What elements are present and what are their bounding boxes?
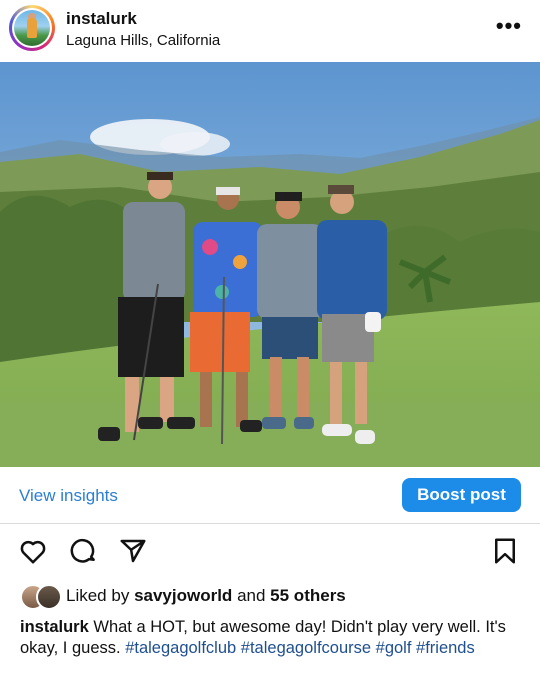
- caption-username[interactable]: instalurk: [20, 618, 89, 636]
- liker-avatar: [36, 584, 62, 610]
- liker-username[interactable]: savyjoworld: [134, 586, 232, 605]
- hashtag[interactable]: #golf: [376, 639, 412, 657]
- post-header: instalurk Laguna Hills, California •••: [0, 0, 540, 62]
- hashtag[interactable]: #talegagolfclub: [125, 639, 236, 657]
- bookmark-icon[interactable]: [490, 536, 520, 566]
- likes-prefix: Liked by: [66, 586, 130, 605]
- location[interactable]: Laguna Hills, California: [66, 32, 220, 49]
- likes-text: Liked by savyjoworld and 55 others: [66, 586, 346, 606]
- likes-count[interactable]: 55 others: [270, 586, 346, 605]
- share-icon[interactable]: [118, 536, 148, 566]
- avatar[interactable]: [9, 5, 55, 51]
- boost-post-button[interactable]: Boost post: [402, 478, 521, 512]
- hashtag[interactable]: #friends: [416, 639, 475, 657]
- hashtag[interactable]: #talegagolfcourse: [241, 639, 371, 657]
- comment-icon[interactable]: [68, 536, 98, 566]
- likes-row[interactable]: Liked by savyjoworld and 55 others: [20, 583, 530, 610]
- caption: instalurk What a HOT, but awesome day! D…: [20, 617, 520, 658]
- post-photo[interactable]: [0, 62, 540, 467]
- action-bar: [0, 530, 540, 576]
- more-horizontal-icon[interactable]: •••: [496, 15, 522, 37]
- heart-icon[interactable]: [18, 536, 48, 566]
- view-insights-link[interactable]: View insights: [19, 486, 118, 506]
- username[interactable]: instalurk: [66, 9, 137, 29]
- avatar-image: [14, 10, 50, 46]
- likes-and: and: [237, 586, 266, 605]
- insights-row: View insights Boost post: [0, 467, 540, 524]
